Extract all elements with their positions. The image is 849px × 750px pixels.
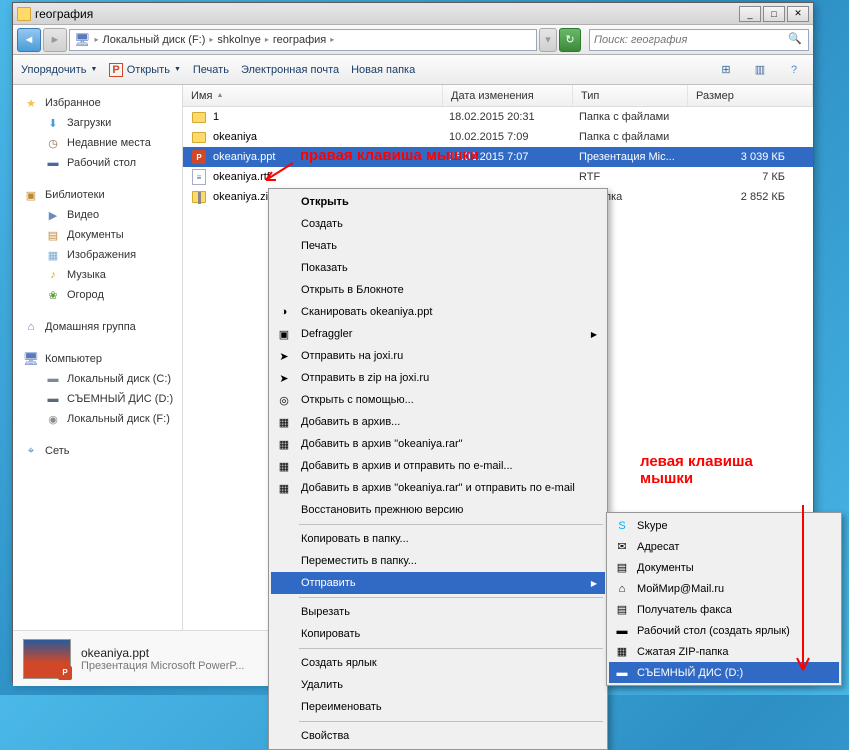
menu-item[interactable]: Копировать в папку... — [271, 528, 605, 550]
details-filename: okeaniya.ppt — [81, 646, 244, 660]
col-size[interactable]: Размер — [688, 85, 813, 106]
file-row[interactable]: okeaniya.rtfRTF7 КБ — [183, 167, 813, 187]
menu-item[interactable]: ▣Defraggler▶ — [271, 323, 605, 345]
details-filetype: Презентация Microsoft PowerP... — [81, 660, 244, 672]
nav-garden[interactable]: Огород — [13, 285, 182, 305]
menu-item[interactable]: Отправить▶ — [271, 572, 605, 594]
help-button[interactable]: ? — [783, 60, 805, 80]
menu-item[interactable]: ▦Добавить в архив "okeaniya.rar" и отпра… — [271, 477, 605, 499]
nav-network[interactable]: Сеть — [13, 441, 182, 461]
maximize-button[interactable]: □ — [763, 6, 785, 22]
folder-icon — [17, 7, 31, 21]
menu-item[interactable]: ▦Добавить в архив... — [271, 411, 605, 433]
toolbar: Упорядочить ▼ P Открыть ▼ Печать Электро… — [13, 55, 813, 85]
menu-item[interactable]: ➤Отправить в zip на joxi.ru — [271, 367, 605, 389]
nav-music[interactable]: Музыка — [13, 265, 182, 285]
menu-item[interactable]: Вырезать — [271, 601, 605, 623]
open-button[interactable]: P Открыть ▼ — [109, 63, 180, 77]
sendto-submenu: SSkype✉Адресат▤Документы⌂МойМир@Mail.ru▤… — [606, 512, 842, 686]
sendto-item[interactable]: ▬Рабочий стол (создать ярлык) — [609, 620, 839, 641]
context-menu: ОткрытьСоздатьПечатьПоказатьОткрыть в Бл… — [268, 188, 608, 750]
nav-documents[interactable]: Документы — [13, 225, 182, 245]
folder-icon — [192, 112, 206, 123]
nav-drive-d[interactable]: СЪЕМНЫЙ ДИС (D:) — [13, 389, 182, 409]
menu-item[interactable]: ▦Добавить в архив "okeaniya.rar" — [271, 433, 605, 455]
forward-button[interactable]: ► — [43, 28, 67, 52]
organize-button[interactable]: Упорядочить ▼ — [21, 64, 97, 76]
nav-homegroup[interactable]: Домашняя группа — [13, 317, 182, 337]
nav-drive-f[interactable]: Локальный диск (F:) — [13, 409, 182, 429]
computer-icon — [74, 32, 91, 48]
menu-item[interactable]: Открыть — [271, 191, 605, 213]
titlebar[interactable]: география _ □ ✕ — [13, 3, 813, 25]
breadcrumb[interactable]: shkolnye — [217, 34, 260, 46]
sendto-item[interactable]: ✉Адресат — [609, 536, 839, 557]
sendto-item[interactable]: SSkype — [609, 515, 839, 536]
file-row-selected[interactable]: okeaniya.ppt16.02.2015 7:07Презентация M… — [183, 147, 813, 167]
sendto-item[interactable]: ▬СЪЕМНЫЙ ДИС (D:) — [609, 662, 839, 683]
menu-item[interactable]: ◎Открыть с помощью... — [271, 389, 605, 411]
menu-item[interactable]: Копировать — [271, 623, 605, 645]
menu-item[interactable]: Переименовать — [271, 696, 605, 718]
menu-item[interactable]: ▦Добавить в архив и отправить по e-mail.… — [271, 455, 605, 477]
menu-item[interactable]: Создать — [271, 213, 605, 235]
menu-item[interactable]: ➤Отправить на joxi.ru — [271, 345, 605, 367]
view-button[interactable]: ⊞ — [715, 60, 737, 80]
nav-libraries[interactable]: Библиотеки — [13, 185, 182, 205]
nav-downloads[interactable]: Загрузки — [13, 113, 182, 133]
menu-item[interactable]: Открыть в Блокноте — [271, 279, 605, 301]
search-icon[interactable]: 🔍 — [788, 32, 804, 48]
nav-drive-c[interactable]: Локальный диск (С:) — [13, 369, 182, 389]
minimize-button[interactable]: _ — [739, 6, 761, 22]
search-box[interactable]: 🔍 — [589, 29, 809, 51]
search-input[interactable] — [594, 34, 788, 46]
file-thumbnail — [23, 639, 71, 679]
sendto-item[interactable]: ⌂МойМир@Mail.ru — [609, 578, 839, 599]
zip-icon — [192, 191, 206, 203]
file-row[interactable]: 118.02.2015 20:31Папка с файлами — [183, 107, 813, 127]
breadcrumb[interactable]: Локальный диск (F:) — [103, 34, 206, 46]
print-button[interactable]: Печать — [193, 64, 229, 76]
col-type[interactable]: Тип — [573, 85, 688, 106]
file-row[interactable]: okeaniya10.02.2015 7:09Папка с файлами — [183, 127, 813, 147]
nav-favorites[interactable]: Избранное — [13, 93, 182, 113]
close-button[interactable]: ✕ — [787, 6, 809, 22]
col-name[interactable]: Имя ▲ — [183, 85, 443, 106]
back-button[interactable]: ◄ — [17, 28, 41, 52]
folder-icon — [192, 132, 206, 143]
menu-item[interactable]: Печать — [271, 235, 605, 257]
nav-pictures[interactable]: Изображения — [13, 245, 182, 265]
menu-item[interactable]: Свойства — [271, 725, 605, 747]
preview-button[interactable]: ▥ — [749, 60, 771, 80]
address-bar[interactable]: ▸ Локальный диск (F:) ▸ shkolnye ▸ геогр… — [69, 29, 537, 51]
col-date[interactable]: Дата изменения — [443, 85, 573, 106]
sendto-item[interactable]: ▤Получатель факса — [609, 599, 839, 620]
menu-item[interactable]: ◑Сканировать okeaniya.ppt — [271, 301, 605, 323]
nav-computer[interactable]: Компьютер — [13, 349, 182, 369]
address-dropdown[interactable]: ▾ — [539, 28, 557, 52]
sendto-item[interactable]: ▦Сжатая ZIP-папка — [609, 641, 839, 662]
navbar: ◄ ► ▸ Локальный диск (F:) ▸ shkolnye ▸ г… — [13, 25, 813, 55]
nav-recent[interactable]: Недавние места — [13, 133, 182, 153]
rtf-icon — [191, 169, 207, 185]
menu-item[interactable]: Удалить — [271, 674, 605, 696]
menu-item[interactable]: Восстановить прежнюю версию — [271, 499, 605, 521]
nav-videos[interactable]: Видео — [13, 205, 182, 225]
nav-desktop[interactable]: Рабочий стол — [13, 153, 182, 173]
sendto-item[interactable]: ▤Документы — [609, 557, 839, 578]
menu-item[interactable]: Переместить в папку... — [271, 550, 605, 572]
breadcrumb[interactable]: география — [273, 34, 326, 46]
menu-item[interactable]: Показать — [271, 257, 605, 279]
refresh-button[interactable]: ↻ — [559, 28, 581, 52]
ppt-icon — [191, 149, 207, 165]
email-button[interactable]: Электронная почта — [241, 64, 339, 76]
column-headers: Имя ▲ Дата изменения Тип Размер — [183, 85, 813, 107]
nav-pane: Избранное Загрузки Недавние места Рабочи… — [13, 85, 183, 630]
menu-item[interactable]: Создать ярлык — [271, 652, 605, 674]
newfolder-button[interactable]: Новая папка — [351, 64, 415, 76]
window-title: география — [35, 7, 737, 21]
